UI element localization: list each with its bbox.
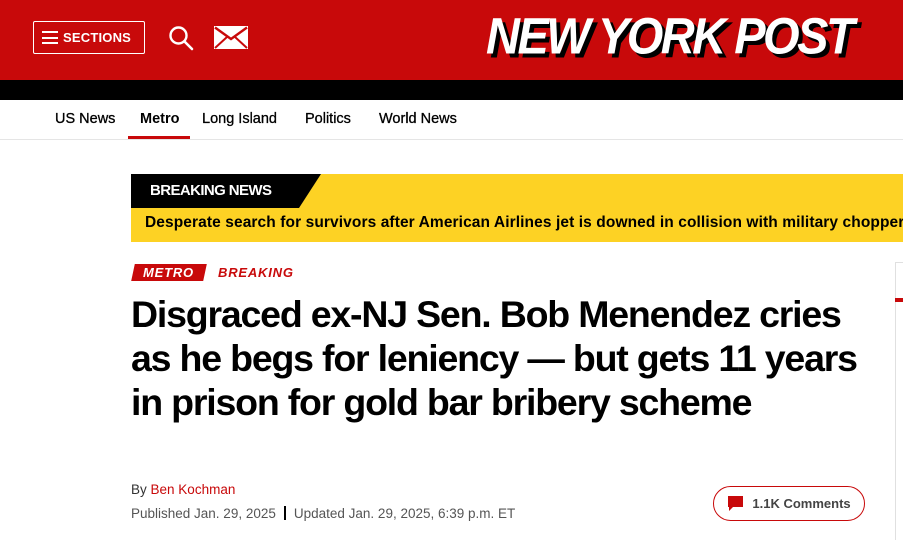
hamburger-icon (42, 31, 58, 44)
comment-bubble-icon (728, 496, 744, 511)
nav-item-us-news[interactable]: US News (55, 100, 116, 140)
breaking-news-headline[interactable]: Desperate search for survivors after Ame… (145, 214, 903, 232)
new-york-post-logo[interactable]: NEW YORK POST (486, 5, 855, 67)
breaking-tag: BREAKING (218, 265, 294, 280)
section-nav: US News Metro Long Island Politics World… (0, 100, 903, 140)
comments-count-label: 1.1K Comments (752, 496, 851, 511)
byline: By Ben Kochman (131, 482, 235, 497)
article-headline: Disgraced ex-NJ Sen. Bob Menendez cries … (131, 293, 858, 423)
sections-menu-button[interactable]: SECTIONS (33, 21, 145, 54)
search-icon[interactable] (168, 25, 194, 51)
sidebar-accent (895, 298, 903, 302)
sidebar-box (895, 262, 903, 540)
breaking-news-banner[interactable]: BREAKING NEWS Desperate search for survi… (131, 174, 903, 242)
section-tag-metro[interactable]: METRO (143, 264, 194, 281)
comments-button[interactable]: 1.1K Comments (713, 486, 865, 521)
top-header-bar: SECTIONS NEW YORK POST (0, 0, 903, 80)
date-separator (283, 506, 286, 520)
nav-item-metro[interactable]: Metro (140, 100, 179, 140)
header-black-band (0, 80, 903, 100)
author-link[interactable]: Ben Kochman (151, 482, 236, 497)
nav-item-politics[interactable]: Politics (305, 100, 351, 140)
logo-text: NEW YORK POST (486, 6, 855, 65)
sections-label: SECTIONS (63, 30, 132, 45)
breaking-news-tag-label: BREAKING NEWS (150, 182, 272, 199)
published-date: Published Jan. 29, 2025 (131, 506, 276, 521)
article-dates: Published Jan. 29, 2025 Updated Jan. 29, … (131, 506, 515, 521)
nav-active-indicator (128, 136, 190, 139)
nav-item-world-news[interactable]: World News (379, 100, 457, 140)
nav-item-long-island[interactable]: Long Island (202, 100, 277, 140)
updated-date: Updated Jan. 29, 2025, 6:39 p.m. ET (293, 506, 516, 521)
mail-icon[interactable] (214, 26, 248, 49)
byline-prefix: By (131, 482, 147, 497)
